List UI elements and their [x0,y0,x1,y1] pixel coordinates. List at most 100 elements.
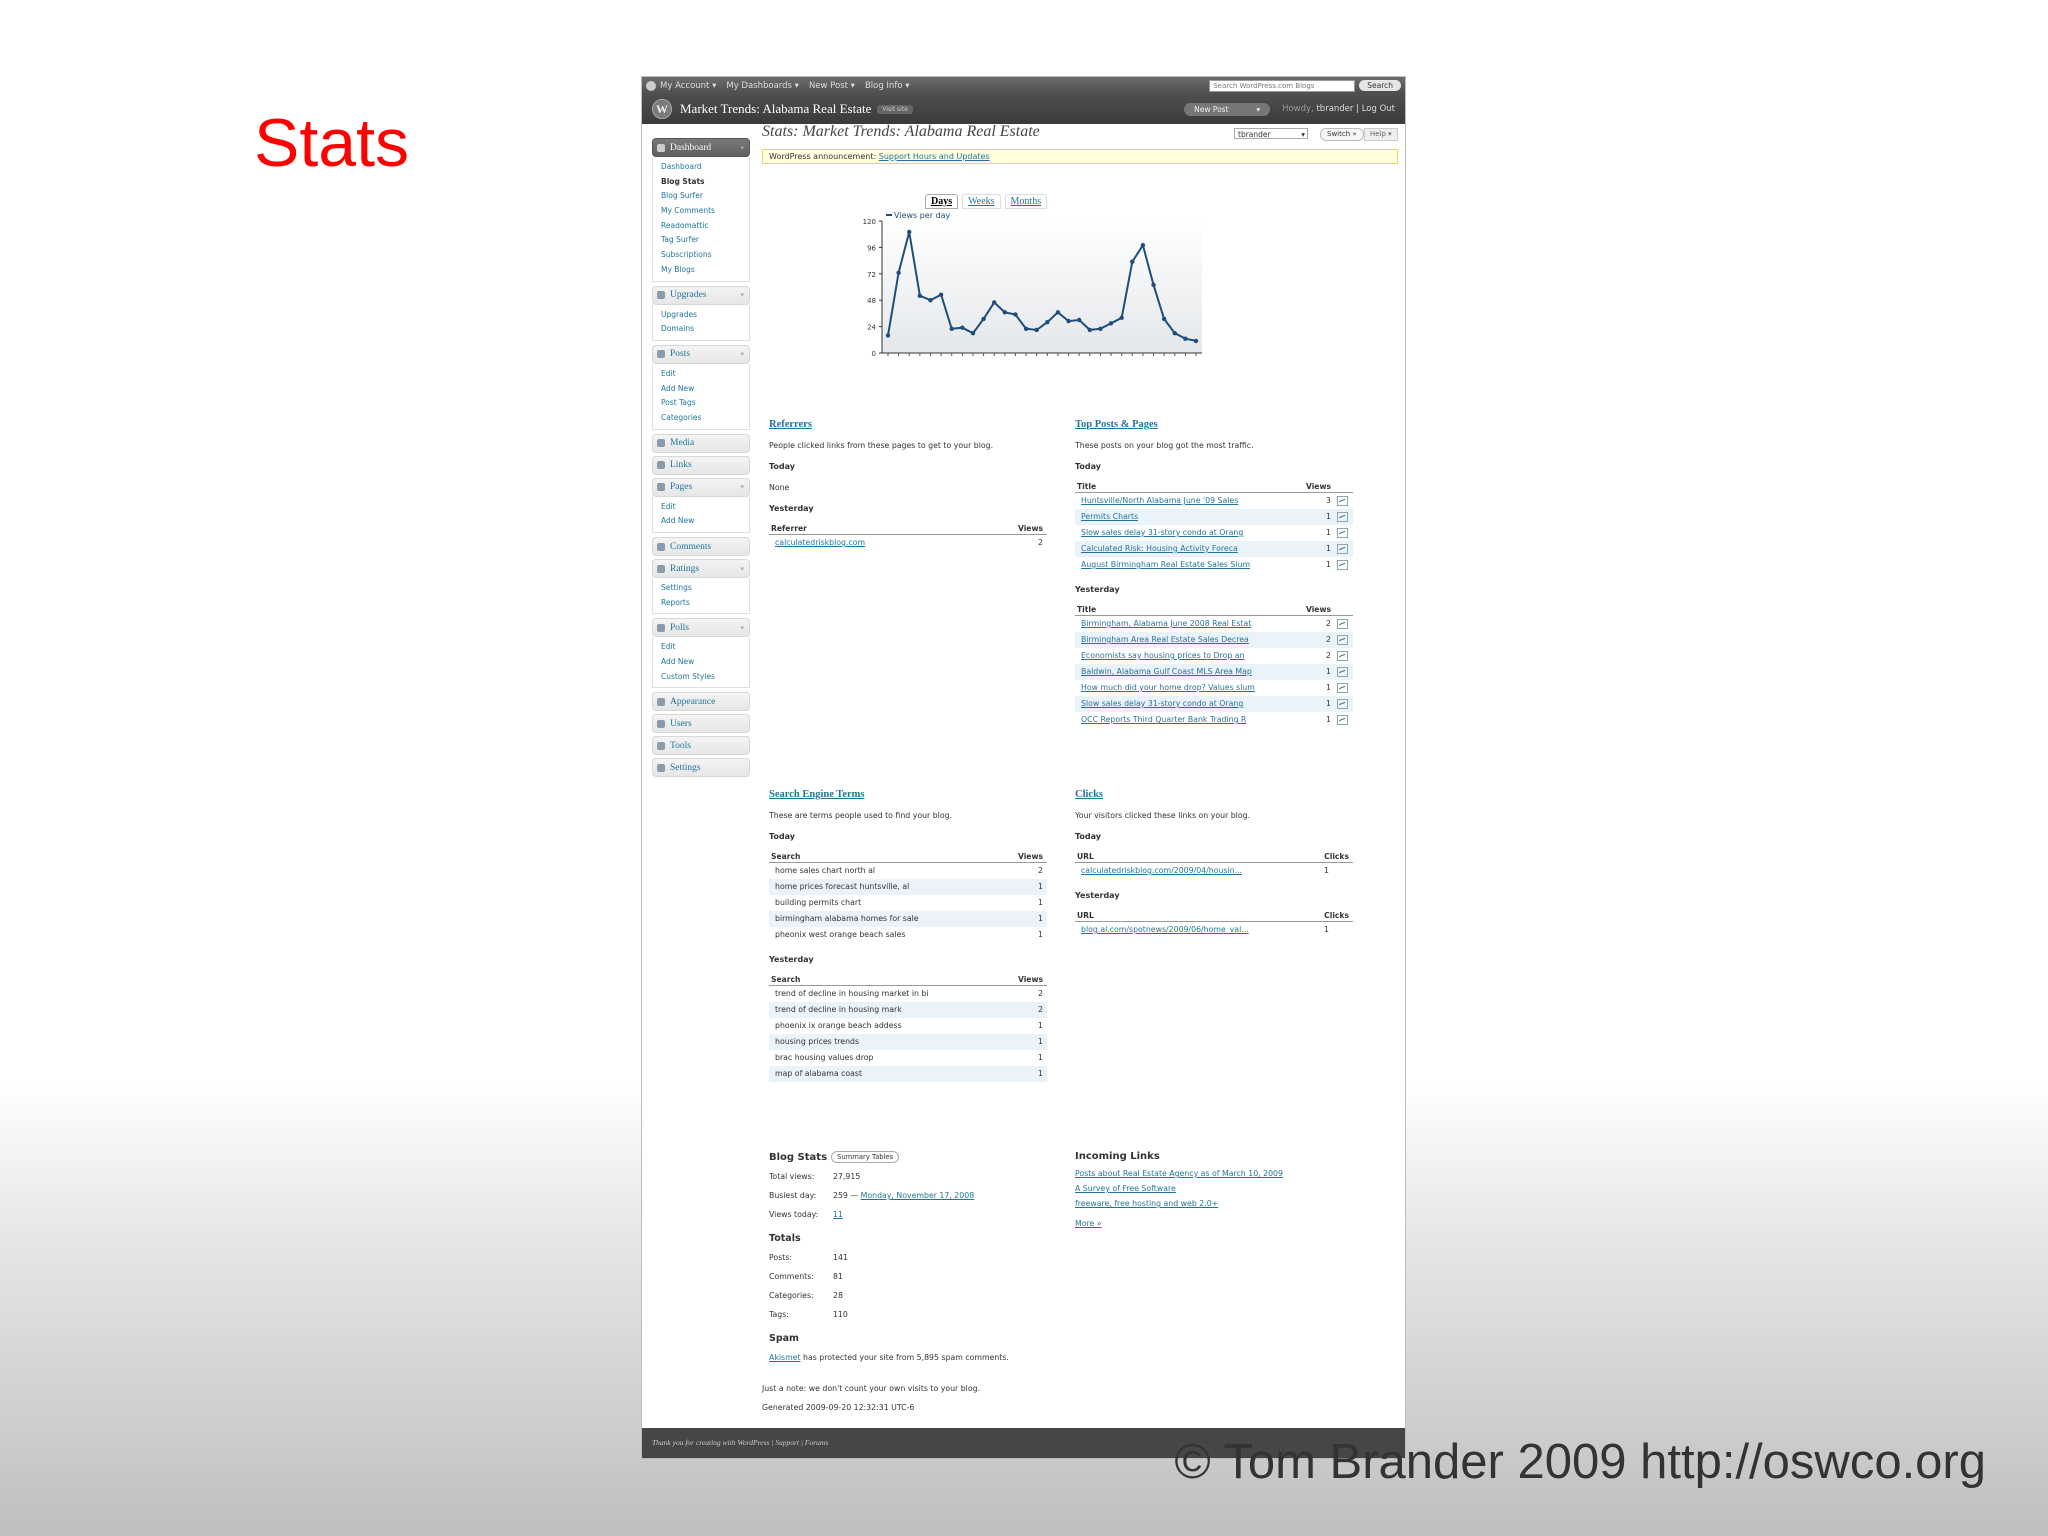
sidebar-item-tools[interactable]: Tools [652,736,750,756]
sidebar-item-media[interactable]: Media [652,433,750,453]
sidebar-item-posts[interactable]: Posts ▾ [652,344,750,364]
post-title-link[interactable]: Permits Charts [1075,509,1297,525]
total-views-label: Total views: [769,1172,815,1181]
submenu-item-readomattic[interactable]: Readomattic [661,219,749,234]
logout-link[interactable]: | Log Out [1356,104,1395,114]
post-title-link[interactable]: August Birmingham Real Estate Sales Slum [1075,557,1296,573]
submenu-item-edit[interactable]: Edit [661,500,749,515]
chevron-down-icon[interactable]: ▾ [740,350,744,358]
submenu-item-edit[interactable]: Edit [661,640,749,655]
new-post-dropdown[interactable]: New Post ▾ [1184,102,1271,116]
post-title-link[interactable]: Baldwin, Alabama Gulf Coast MLS Area Map [1075,664,1298,680]
sidebar-item-settings[interactable]: Settings [652,758,750,778]
total-views-row: Total views: 27,915 [769,1167,1059,1186]
chevron-down-icon[interactable]: ▾ [740,483,744,491]
submenu-item-post-tags[interactable]: Post Tags [661,396,749,411]
submenu-item-tag-surfer[interactable]: Tag Surfer [661,233,749,248]
username-link[interactable]: tbrander [1316,104,1353,114]
visit-site-button[interactable]: Visit site [877,104,913,114]
submenu-item-custom-styles[interactable]: Custom Styles [661,670,749,685]
post-title-link[interactable]: How much did your home drop? Values slum [1075,680,1297,696]
sidebar-item-dashboard[interactable]: Dashboard ▾ [652,138,750,157]
chart-icon[interactable] [1337,715,1348,725]
menu-new-post[interactable]: New Post ▾ [809,81,855,91]
referrer-link[interactable]: calculatedriskblog.com [769,535,980,552]
chevron-down-icon[interactable]: ▾ [740,565,744,573]
post-title-link[interactable]: Birmingham Area Real Estate Sales Decrea [1075,632,1298,648]
tab-days[interactable]: Days [925,194,959,209]
referrers-title[interactable]: Referrers [769,419,1049,430]
menu-my-dashboards[interactable]: My Dashboards ▾ [726,81,799,91]
post-title-link[interactable]: Economists say housing prices to Drop an [1075,648,1297,664]
post-title-link[interactable]: Calculated Risk: Housing Activity Foreca [1075,541,1297,557]
search-button[interactable]: Search [1359,80,1401,91]
chevron-down-icon[interactable]: ▾ [740,291,744,299]
chevron-down-icon[interactable]: ▾ [740,624,744,632]
chart-icon[interactable] [1337,512,1348,522]
sidebar-item-upgrades[interactable]: Upgrades ▾ [652,285,750,305]
submenu-item-reports[interactable]: Reports [661,596,749,611]
sidebar-item-users[interactable]: Users [652,714,750,734]
post-title-link[interactable]: Birmingham, Alabama June 2008 Real Estat [1075,616,1297,633]
submenu-item-my-comments[interactable]: My Comments [661,204,749,219]
incoming-link[interactable]: Posts about Real Estate Agency as of Mar… [1075,1166,1355,1181]
post-title-link[interactable]: Slow sales delay 31-story condo at Orang [1075,696,1298,712]
click-url-link[interactable]: blog.al.com/spotnews/2009/06/home_val... [1075,922,1311,939]
menu-my-account[interactable]: My Account ▾ [660,81,716,91]
submenu-item-upgrades[interactable]: Upgrades [661,308,749,323]
search-terms-title[interactable]: Search Engine Terms [769,789,1049,800]
click-url-link[interactable]: calculatedriskblog.com/2009/04/housin... [1075,863,1310,880]
busiest-day-link[interactable]: Monday, November 17, 2008 [861,1191,975,1200]
submenu-item-domains[interactable]: Domains [661,322,749,337]
incoming-link[interactable]: A Survey of Free Software [1075,1181,1355,1196]
chart-icon[interactable] [1337,619,1348,629]
chart-icon[interactable] [1337,667,1348,677]
sidebar-item-pages[interactable]: Pages ▾ [652,477,750,497]
chevron-down-icon[interactable]: ▾ [740,144,744,152]
sidebar-item-polls[interactable]: Polls ▾ [652,618,750,638]
post-title-link[interactable]: Huntsville/North Alabama June '09 Sales [1075,493,1296,510]
submenu-item-categories[interactable]: Categories [661,411,749,426]
more-incoming-link[interactable]: More » [1075,1216,1355,1231]
sidebar-item-ratings[interactable]: Ratings ▾ [652,559,750,578]
views-today-link[interactable]: 11 [833,1210,843,1219]
chart-icon[interactable] [1337,528,1348,538]
summary-tables-button[interactable]: Summary Tables [831,1151,900,1163]
chart-icon[interactable] [1337,683,1348,693]
chart-icon[interactable] [1337,496,1348,506]
site-title[interactable]: Market Trends: Alabama Real Estate [680,101,871,117]
post-title-link[interactable]: OCC Reports Third Quarter Bank Trading R [1075,712,1297,728]
submenu-item-add-new[interactable]: Add New [661,514,749,529]
chart-icon[interactable] [1337,560,1348,570]
chart-icon[interactable] [1337,544,1348,554]
sidebar-item-comments[interactable]: Comments [652,537,750,556]
tab-weeks[interactable]: Weeks [962,194,1001,209]
incoming-link[interactable]: freeware, free hosting and web 2.0+ [1075,1196,1355,1211]
submenu-item-settings[interactable]: Settings [661,581,749,596]
submenu-item-blog-stats[interactable]: Blog Stats [661,175,749,190]
notice-link[interactable]: Support Hours and Updates [879,152,990,161]
sidebar-item-links[interactable]: Links [652,455,750,475]
submenu-item-add-new[interactable]: Add New [661,655,749,670]
search-input[interactable]: Search WordPress.com Blogs [1209,79,1356,92]
views-count: 1 [1038,898,1043,907]
chart-icon[interactable] [1337,699,1348,709]
submenu-item-dashboard[interactable]: Dashboard [661,160,749,175]
chart-icon[interactable] [1337,635,1348,645]
submenu-item-add-new[interactable]: Add New [661,382,749,397]
submenu-item-edit[interactable]: Edit [661,367,749,382]
post-title-link[interactable]: Slow sales delay 31-story condo at Orang [1075,525,1296,541]
submenu-item-subscriptions[interactable]: Subscriptions [661,248,749,263]
sidebar-item-appearance[interactable]: Appearance [652,692,750,712]
top-posts-title[interactable]: Top Posts & Pages [1075,419,1355,430]
submenu-item-my-blogs[interactable]: My Blogs [661,263,749,278]
chart-icon[interactable] [1337,651,1348,661]
clicks-title[interactable]: Clicks [1075,789,1355,800]
submenu-item-blog-surfer[interactable]: Blog Surfer [661,189,749,204]
tab-months[interactable]: Months [1004,194,1048,209]
totals-title: Totals [769,1233,801,1244]
views-count: 1 [1297,664,1335,680]
views-count: 1 [1326,560,1331,569]
menu-blog-info[interactable]: Blog Info ▾ [865,81,910,91]
akismet-link[interactable]: Akismet [769,1353,801,1362]
